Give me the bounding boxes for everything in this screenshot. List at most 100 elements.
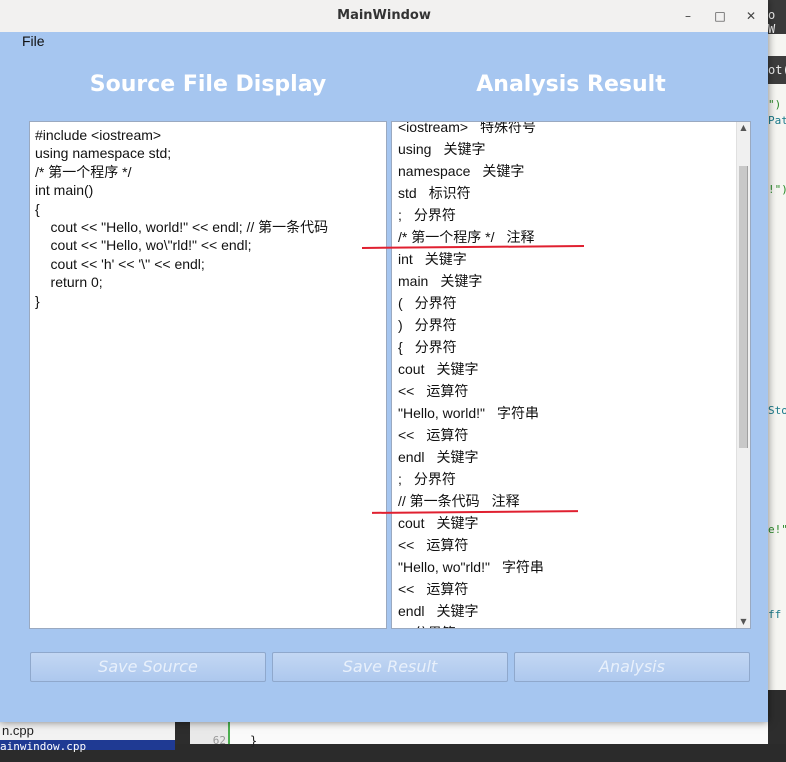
analysis-row: namespace 关键字	[398, 160, 734, 182]
menu-bar: File	[0, 32, 768, 52]
result-text-area[interactable]: <iostream> 特殊符号 using 关键字 namespace 关键字 std 标识符…	[391, 121, 751, 629]
analysis-row: { 分界符	[398, 336, 734, 358]
maximize-icon: □	[714, 9, 726, 23]
scroll-up-arrow-icon[interactable]: ▲	[737, 122, 750, 134]
analysis-row: cout 关键字	[398, 358, 734, 380]
source-line: {	[35, 200, 40, 217]
minimize-button[interactable]: –	[680, 8, 696, 24]
token-category: 特殊符号	[480, 121, 537, 135]
token-text: (	[398, 295, 403, 311]
analysis-row: int 关键字	[398, 248, 734, 270]
background-code-line: ")	[768, 98, 782, 111]
analysis-row: << 运算符	[398, 578, 734, 600]
analysis-row: ; 分界符	[398, 622, 734, 628]
analysis-row: ( 分界符	[398, 292, 734, 314]
source-code: #include <iostream> using namespace std; /…	[35, 126, 328, 310]
token-category: 关键字	[482, 163, 525, 179]
token-category: 分界符	[414, 295, 457, 311]
background-file-item-selected: ainwindow.cpp	[0, 740, 175, 753]
token-text: ;	[398, 471, 402, 487]
analysis-row: main 关键字	[398, 270, 734, 292]
source-line: cout << "Hello, wo\"rld!" << endl;	[35, 237, 252, 254]
token-category: 分界符	[414, 339, 457, 355]
analysis-row: endl 关键字	[398, 446, 734, 468]
token-category: 字符串	[501, 559, 544, 575]
background-tab: o W	[768, 0, 786, 36]
token-category: 注释	[506, 229, 535, 245]
background-line-number: 62	[190, 720, 230, 747]
token-category: 关键字	[424, 251, 467, 267]
maximize-button[interactable]: □	[712, 8, 728, 24]
background-code: }	[230, 720, 768, 748]
background-tab-2: ot(	[768, 56, 786, 84]
token-category: 运算符	[426, 537, 469, 553]
source-line: cout << 'h' << '\'' << endl;	[35, 255, 205, 272]
background-tab-label: o W	[768, 8, 776, 36]
analysis-row: cout 关键字	[398, 512, 734, 534]
token-category: 关键字	[436, 361, 479, 377]
token-text: /* 第一个程序 */	[398, 229, 495, 245]
token-category: 分界符	[414, 317, 457, 333]
token-text: cout	[398, 515, 425, 531]
token-text: int	[398, 251, 413, 267]
scroll-down-arrow-icon[interactable]: ▼	[737, 616, 750, 628]
token-text: {	[398, 339, 403, 355]
background-tab2-label: ot(	[768, 63, 786, 77]
token-text: endl	[398, 603, 425, 619]
background-code-line: Pat	[768, 114, 786, 127]
analysis-button[interactable]: Analysis	[514, 652, 750, 682]
window-title: MainWindow	[337, 8, 431, 23]
token-category: 标识符	[428, 185, 471, 201]
token-text: using	[398, 141, 432, 157]
source-line: cout << "Hello, world!" << endl; // 第一条代…	[35, 219, 329, 236]
token-category: 关键字	[443, 141, 486, 157]
close-button[interactable]: ✕	[743, 8, 759, 24]
analysis-row: // 第一条代码 注释	[398, 490, 734, 512]
scrollbar-thumb[interactable]	[739, 166, 748, 448]
analysis-row: "Hello, world!" 字符串	[398, 402, 734, 424]
token-category: 分界符	[414, 625, 456, 628]
background-ide-right: o W ot( ") Pat !") Sto e!" ff	[768, 0, 786, 744]
token-category: 关键字	[436, 449, 479, 465]
token-text: "Hello, wo"rld!"	[398, 559, 490, 575]
token-text: <<	[398, 537, 415, 553]
source-line: int main()	[35, 182, 94, 199]
source-text-area[interactable]: #include <iostream> using namespace std; /…	[29, 121, 387, 629]
save-result-button[interactable]: Save Result	[272, 652, 508, 682]
menu-file[interactable]: File	[22, 33, 45, 49]
source-heading: Source File Display	[89, 72, 327, 97]
token-category: 分界符	[413, 207, 456, 223]
main-window: MainWindow – □ ✕ File Source File Displa…	[0, 0, 768, 722]
analysis-row: << 运算符	[398, 380, 734, 402]
token-text: main	[398, 273, 429, 289]
token-text: <iostream>	[398, 121, 469, 135]
minimize-icon: –	[685, 9, 691, 23]
token-category: 注释	[491, 493, 520, 509]
source-line: return 0;	[35, 274, 103, 291]
analysis-row: endl 关键字	[398, 600, 734, 622]
token-text: endl	[398, 449, 425, 465]
background-code-line: !")	[768, 183, 786, 196]
token-text: "Hello, world!"	[398, 405, 485, 421]
token-category: 关键字	[440, 273, 483, 289]
token-category: 运算符	[426, 581, 469, 597]
token-text: namespace	[398, 163, 471, 179]
token-category: 运算符	[426, 427, 469, 443]
background-file-item: n.cpp	[0, 720, 175, 742]
source-line: }	[35, 292, 40, 309]
token-text: std	[398, 185, 417, 201]
result-heading: Analysis Result	[476, 72, 666, 97]
save-source-button[interactable]: Save Source	[30, 652, 266, 682]
token-text: <<	[398, 581, 415, 597]
analysis-row: ) 分界符	[398, 314, 734, 336]
token-text: cout	[398, 361, 425, 377]
token-category: 分界符	[413, 471, 456, 487]
result-scrollbar[interactable]: ▲ ▼	[736, 122, 750, 628]
source-line: #include <iostream>	[35, 127, 162, 143]
token-category: 运算符	[426, 383, 469, 399]
title-bar[interactable]: MainWindow – □ ✕	[0, 0, 768, 33]
token-category: 字符串	[496, 405, 539, 421]
token-text: <<	[398, 427, 415, 443]
analysis-list: <iostream> 特殊符号 using 关键字 namespace 关键字 std 标识符…	[398, 121, 734, 628]
token-text: )	[398, 317, 403, 333]
